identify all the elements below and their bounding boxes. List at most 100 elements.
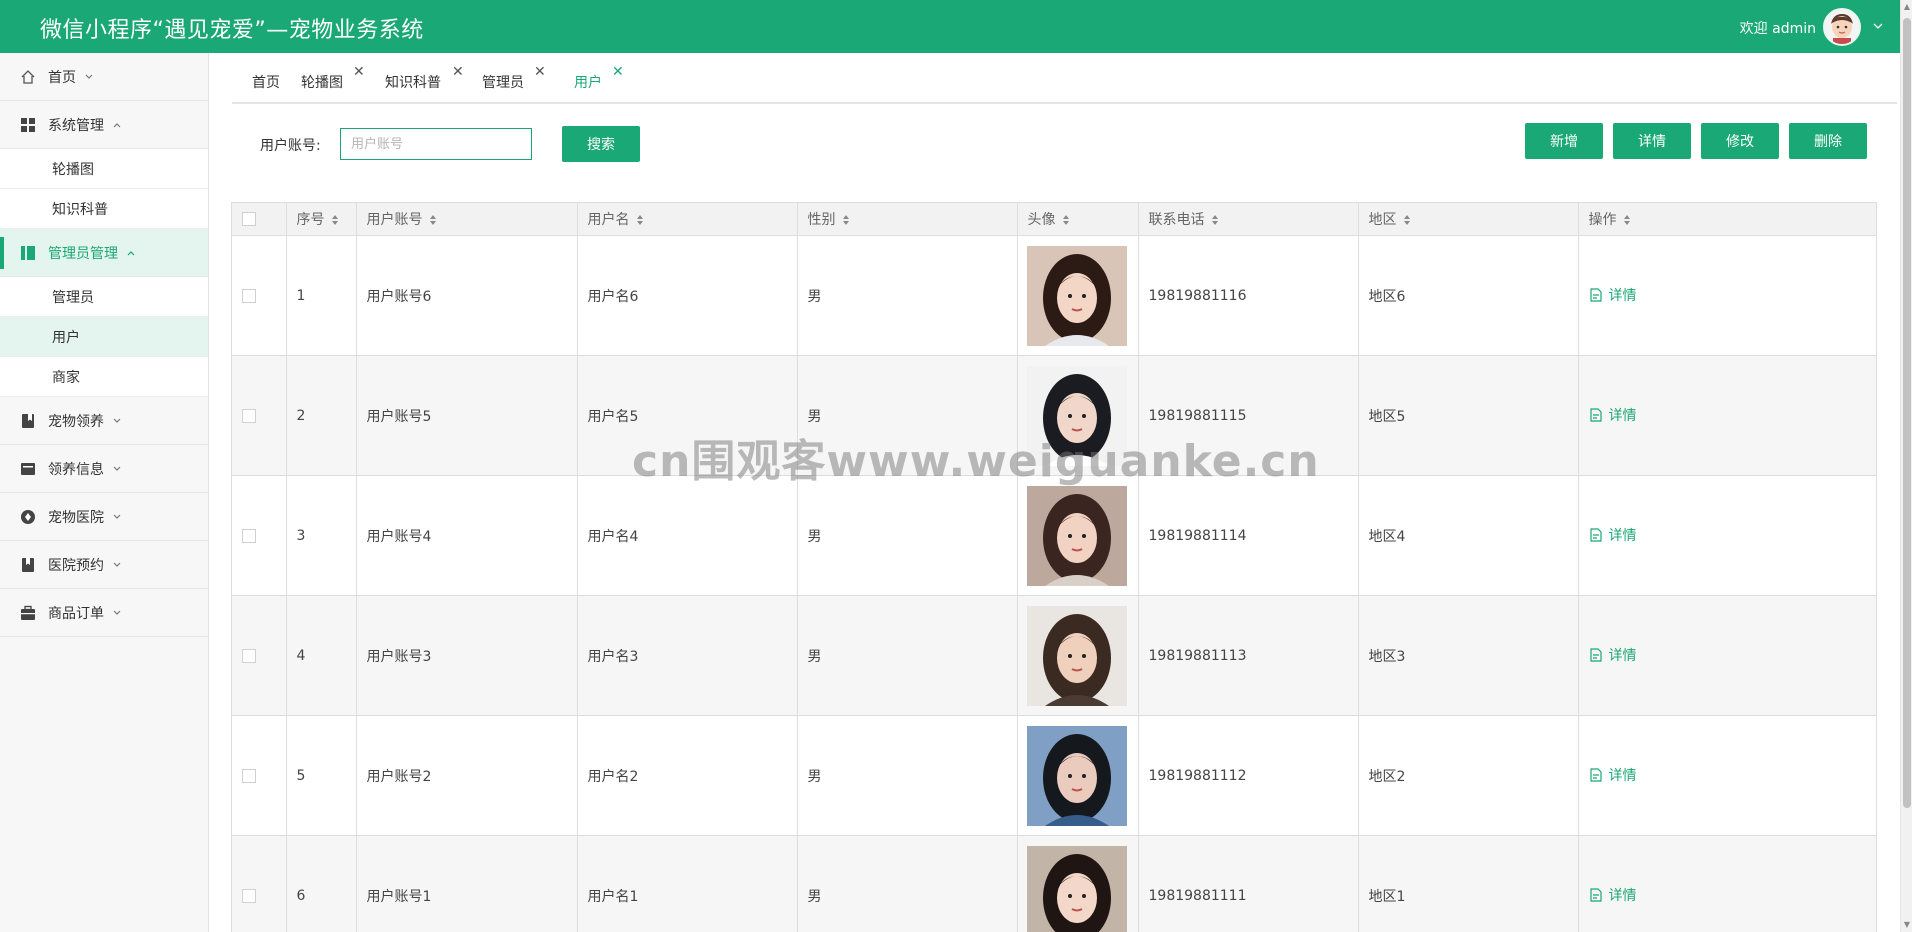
row-select-cell[interactable]: [232, 475, 287, 596]
cell-name: 用户名1: [577, 835, 798, 932]
table-row[interactable]: 5 用户账号2 用户名2 男 19819881112 地区2 详情: [232, 715, 1876, 836]
tab-users[interactable]: 用户 ✕: [574, 64, 624, 92]
row-select-cell[interactable]: [232, 355, 287, 476]
cell-account: 用户账号4: [356, 475, 578, 596]
row-detail-link[interactable]: 详情: [1589, 885, 1637, 905]
row-checkbox[interactable]: [242, 648, 256, 663]
document-icon: [1589, 288, 1602, 302]
row-detail-link[interactable]: 详情: [1589, 525, 1637, 545]
detail-button[interactable]: 详情: [1613, 123, 1691, 159]
hospital-icon: [21, 509, 35, 524]
table-row[interactable]: 6 用户账号1 用户名1 男 19819881111 地区1 详情: [232, 835, 1876, 932]
cell-phone: 19819881116: [1138, 235, 1359, 356]
cell-avatar: [1017, 715, 1139, 836]
column-header-avatar[interactable]: 头像: [1017, 202, 1139, 236]
row-select-cell[interactable]: [232, 235, 287, 356]
sidebar-item-product-orders[interactable]: 商品订单: [0, 589, 208, 637]
column-header-no[interactable]: 序号: [286, 202, 357, 236]
document-icon: [1589, 528, 1602, 542]
document-icon: [1589, 888, 1602, 902]
sidebar-subitem-knowledge[interactable]: 知识科普: [0, 189, 208, 229]
sort-icon[interactable]: [429, 214, 437, 226]
close-icon[interactable]: ✕: [353, 64, 365, 80]
cell-avatar: [1017, 835, 1139, 932]
delete-button[interactable]: 删除: [1789, 123, 1867, 159]
sort-icon[interactable]: [636, 214, 644, 226]
app-title: 微信小程序“遇见宠爱”—宠物业务系统: [40, 18, 424, 43]
sidebar-item-hospital-booking[interactable]: 医院预约: [0, 541, 208, 589]
cell-ops: 详情: [1578, 235, 1876, 356]
cell-phone: 19819881111: [1138, 835, 1359, 932]
sidebar-item-label: 医院预约: [48, 557, 104, 574]
column-header-name[interactable]: 用户名: [577, 202, 798, 236]
sidebar-item-pet-adoption[interactable]: 宠物领养: [0, 397, 208, 445]
column-header-gender[interactable]: 性别: [797, 202, 1018, 236]
select-all-checkbox[interactable]: [242, 212, 256, 226]
cell-phone: 19819881112: [1138, 715, 1359, 836]
table-header-row: 序号 用户账号 用户名 性别 头像 联系电话 地区 操作: [232, 202, 1876, 236]
row-select-cell[interactable]: [232, 835, 287, 932]
sort-icon[interactable]: [1403, 214, 1411, 226]
sidebar-item-adoption-info[interactable]: 领养信息: [0, 445, 208, 493]
row-detail-link[interactable]: 详情: [1589, 765, 1637, 785]
sidebar-item-label: 宠物医院: [48, 509, 104, 526]
row-checkbox[interactable]: [242, 768, 256, 783]
tab-home[interactable]: 首页: [252, 72, 280, 92]
tab-carousel[interactable]: 轮播图 ✕: [301, 64, 365, 92]
row-detail-link[interactable]: 详情: [1589, 645, 1637, 665]
sidebar-item-system[interactable]: 系统管理: [0, 101, 208, 149]
page-scrollbar[interactable]: ▲ ▼: [1900, 0, 1912, 932]
scroll-up-icon[interactable]: ▲: [1903, 3, 1911, 11]
table-row[interactable]: 2 用户账号5 用户名5 男 19819881115 地区5 详情: [232, 355, 1876, 476]
row-detail-link[interactable]: 详情: [1589, 405, 1637, 425]
sort-icon[interactable]: [1211, 214, 1219, 226]
sort-icon[interactable]: [1623, 214, 1631, 226]
sidebar-item-pet-hospital[interactable]: 宠物医院: [0, 493, 208, 541]
close-icon[interactable]: ✕: [452, 64, 464, 80]
cell-gender: 男: [797, 595, 1018, 716]
search-button[interactable]: 搜索: [562, 126, 640, 162]
user-photo: [1026, 725, 1127, 826]
row-checkbox[interactable]: [242, 288, 256, 303]
table-row[interactable]: 4 用户账号3 用户名3 男 19819881113 地区3 详情: [232, 595, 1876, 716]
table-row[interactable]: 3 用户账号4 用户名4 男 19819881114 地区4 详情: [232, 475, 1876, 596]
scroll-thumb[interactable]: [1903, 18, 1911, 808]
chevron-down-icon[interactable]: [1872, 20, 1884, 32]
sort-icon[interactable]: [842, 214, 850, 226]
table-row[interactable]: 1 用户账号6 用户名6 男 19819881116 地区6 详情: [232, 235, 1876, 356]
close-icon[interactable]: ✕: [534, 64, 546, 80]
sidebar-subitem-carousel[interactable]: 轮播图: [0, 149, 208, 189]
cell-gender: 男: [797, 235, 1018, 356]
row-checkbox[interactable]: [242, 888, 256, 903]
sidebar-subitem-admin[interactable]: 管理员: [0, 277, 208, 317]
user-avatar[interactable]: [1823, 8, 1861, 46]
sort-icon[interactable]: [1062, 214, 1070, 226]
sidebar-item-home[interactable]: 首页: [0, 53, 208, 101]
tab-knowledge[interactable]: 知识科普 ✕: [385, 64, 464, 92]
tab-admin[interactable]: 管理员 ✕: [482, 64, 546, 92]
row-select-cell[interactable]: [232, 715, 287, 836]
scroll-down-icon[interactable]: ▼: [1903, 921, 1911, 929]
user-photo: [1026, 485, 1127, 586]
sidebar-subitem-merchants[interactable]: 商家: [0, 357, 208, 397]
sidebar-subitem-users[interactable]: 用户: [0, 317, 208, 357]
column-header-phone[interactable]: 联系电话: [1138, 202, 1359, 236]
select-all-cell[interactable]: [232, 202, 287, 236]
row-checkbox[interactable]: [242, 408, 256, 423]
account-search-input[interactable]: [340, 128, 532, 160]
tab-bar: 首页 轮播图 ✕ 知识科普 ✕ 管理员 ✕ 用户 ✕: [232, 56, 1897, 104]
column-header-region[interactable]: 地区: [1358, 202, 1579, 236]
sidebar-item-admin-management[interactable]: 管理员管理: [0, 229, 208, 277]
row-checkbox[interactable]: [242, 528, 256, 543]
cell-name: 用户名5: [577, 355, 798, 476]
add-button[interactable]: 新增: [1525, 123, 1603, 159]
sort-icon[interactable]: [331, 214, 339, 226]
column-header-account[interactable]: 用户账号: [356, 202, 578, 236]
close-icon[interactable]: ✕: [612, 64, 624, 80]
row-select-cell[interactable]: [232, 595, 287, 716]
column-header-ops[interactable]: 操作: [1578, 202, 1876, 236]
cell-avatar: [1017, 475, 1139, 596]
row-detail-link[interactable]: 详情: [1589, 285, 1637, 305]
bookmark-icon: [22, 557, 34, 572]
edit-button[interactable]: 修改: [1701, 123, 1779, 159]
